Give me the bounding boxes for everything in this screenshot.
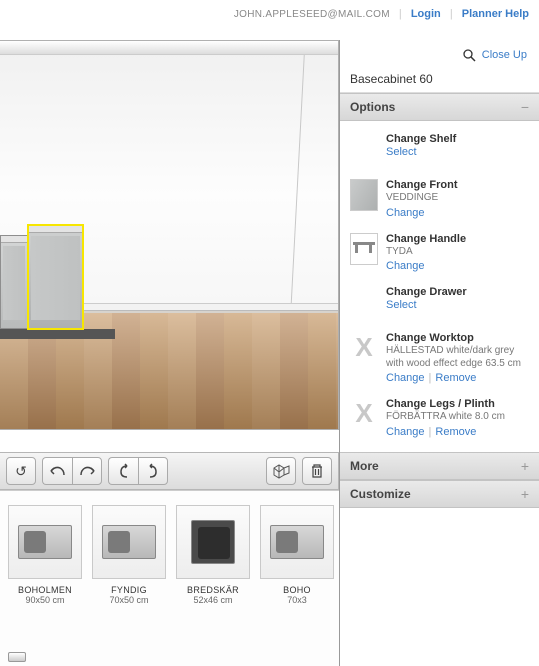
option-title: Change Shelf bbox=[386, 133, 529, 145]
option-thumb: X bbox=[350, 398, 378, 430]
remove-link[interactable]: Remove bbox=[435, 372, 476, 384]
cabinet[interactable] bbox=[0, 235, 28, 329]
rotate-right-button[interactable] bbox=[138, 457, 168, 485]
delete-button[interactable] bbox=[302, 457, 332, 485]
change-link[interactable]: Change bbox=[386, 426, 425, 438]
change-link[interactable]: Change bbox=[386, 207, 425, 219]
toolbar: ↺ bbox=[0, 452, 339, 490]
option-title: Change Front bbox=[386, 179, 529, 191]
option-row: Change ShelfSelect bbox=[340, 127, 539, 173]
login-link[interactable]: Login bbox=[411, 8, 441, 20]
top-bar: JOHN.APPLESEED@MAIL.COM | Login | Planne… bbox=[0, 0, 539, 28]
option-thumb bbox=[350, 133, 378, 165]
remove-link[interactable]: Remove bbox=[435, 426, 476, 438]
catalog-item-name: BREDSKÄR bbox=[176, 585, 250, 595]
help-link[interactable]: Planner Help bbox=[462, 8, 529, 20]
catalog-item-name: BOHO bbox=[260, 585, 334, 595]
option-title: Change Handle bbox=[386, 233, 529, 245]
side-panel: Close Up Basecabinet 60 Options − Change… bbox=[340, 40, 539, 666]
change-link[interactable]: Change bbox=[386, 372, 425, 384]
option-subtitle: TYDA bbox=[386, 246, 529, 259]
collapse-icon: − bbox=[521, 99, 529, 115]
option-row: X Change Legs / PlinthFÖRBÄTTRA white 8.0… bbox=[340, 392, 539, 446]
option-row: Change DrawerSelect bbox=[340, 280, 539, 326]
catalog-item-dim: 90x50 cm bbox=[8, 595, 82, 605]
catalog-item-name: FYNDIG bbox=[92, 585, 166, 595]
section-options[interactable]: Options − bbox=[340, 93, 539, 121]
option-title: Change Drawer bbox=[386, 286, 529, 298]
closeup-link[interactable]: Close Up bbox=[482, 49, 527, 61]
room-viewport[interactable] bbox=[0, 40, 339, 430]
section-more[interactable]: More + bbox=[340, 452, 539, 480]
option-title: Change Legs / Plinth bbox=[386, 398, 529, 410]
option-subtitle: FÖRBÄTTRA white 8.0 cm bbox=[386, 411, 529, 424]
option-title: Change Worktop bbox=[386, 332, 529, 344]
option-row: Change FrontVEDDINGE Change bbox=[340, 173, 539, 227]
catalog-item-name: BOHOLMEN bbox=[8, 585, 82, 595]
reset-button[interactable]: ↺ bbox=[6, 457, 36, 485]
expand-icon: + bbox=[521, 486, 529, 502]
option-row: X Change WorktopHÄLLESTAD white/dark grey… bbox=[340, 326, 539, 392]
magnify-icon bbox=[462, 48, 476, 62]
section-customize[interactable]: Customize + bbox=[340, 480, 539, 508]
cabinet-selected[interactable] bbox=[28, 225, 83, 329]
option-thumb bbox=[350, 286, 378, 318]
select-link[interactable]: Select bbox=[386, 299, 417, 311]
option-thumb: X bbox=[350, 332, 378, 364]
expand-icon: + bbox=[521, 458, 529, 474]
selected-item-title: Basecabinet 60 bbox=[340, 68, 539, 93]
redo-button[interactable] bbox=[72, 457, 102, 485]
undo-button[interactable] bbox=[42, 457, 72, 485]
rotate-left-button[interactable] bbox=[108, 457, 138, 485]
option-subtitle: VEDDINGE bbox=[386, 192, 529, 205]
option-thumb bbox=[350, 233, 378, 265]
option-thumb bbox=[350, 179, 378, 211]
catalog-item[interactable]: BOHO70x3 bbox=[260, 505, 334, 652]
option-subtitle: HÄLLESTAD white/dark grey with wood effe… bbox=[386, 345, 529, 370]
catalog-item[interactable]: BREDSKÄR52x46 cm bbox=[176, 505, 250, 652]
catalog-item[interactable]: FYNDIG70x50 cm bbox=[92, 505, 166, 652]
option-row: Change HandleTYDAChange bbox=[340, 227, 539, 281]
catalog-item-dim: 52x46 cm bbox=[176, 595, 250, 605]
catalog-item-dim: 70x50 cm bbox=[92, 595, 166, 605]
catalog-item-dim: 70x3 bbox=[260, 595, 334, 605]
select-link[interactable]: Select bbox=[386, 146, 417, 158]
catalog-item[interactable]: BOHOLMEN90x50 cm bbox=[8, 505, 82, 652]
view-3d-button[interactable] bbox=[266, 457, 296, 485]
change-link[interactable]: Change bbox=[386, 260, 425, 272]
user-email: JOHN.APPLESEED@MAIL.COM bbox=[234, 9, 390, 20]
catalog: BOHOLMEN90x50 cmFYNDIG70x50 cmBREDSKÄR52… bbox=[0, 490, 339, 666]
